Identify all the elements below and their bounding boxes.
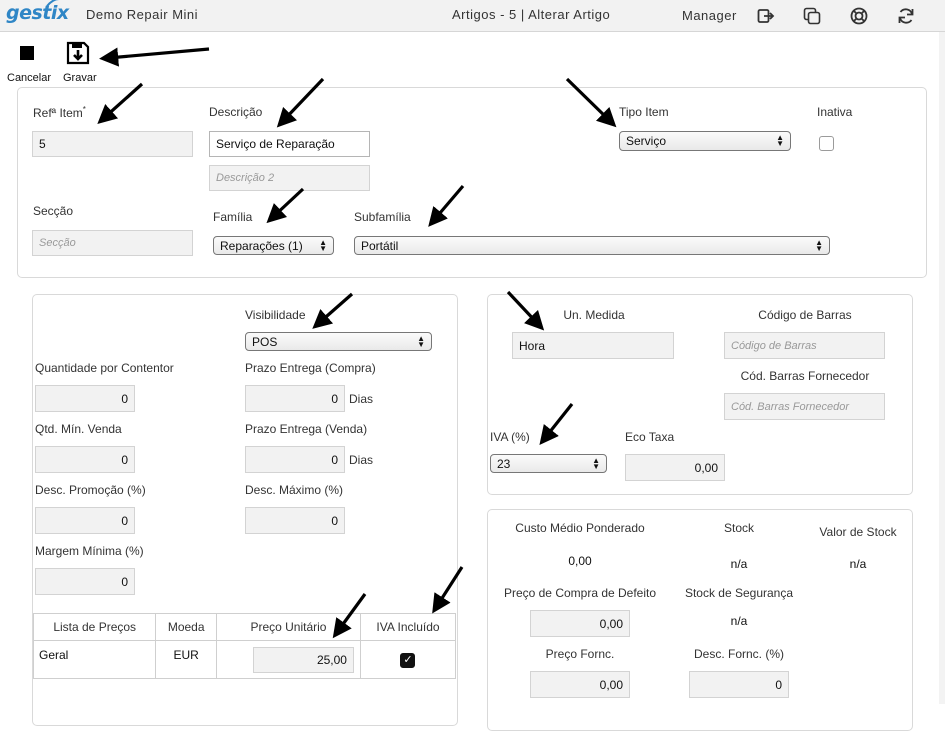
un-medida-input[interactable]: Hora <box>512 332 674 359</box>
qtd-min-venda-input[interactable]: 0 <box>35 446 135 473</box>
select-arrows-icon: ▲ ▼ <box>417 333 425 349</box>
prazo-compra-input[interactable]: 0 <box>245 385 345 412</box>
select-arrows-icon: ▲ ▼ <box>592 455 600 471</box>
table-row: Geral EUR 25,00 ✓ <box>32 640 457 679</box>
iva-label: IVA (%) <box>490 430 530 444</box>
descricao-label: Descrição <box>209 105 263 119</box>
tipo-item-label: Tipo Item <box>619 105 669 119</box>
price-list-table: Lista de Preços Moeda Preço Unitário IVA… <box>32 613 457 679</box>
help-lifebuoy-icon[interactable] <box>849 6 869 26</box>
custo-medio-label: Custo Médio Ponderado <box>515 521 645 535</box>
desc-fornc-label: Desc. Fornc. (%) <box>693 647 784 661</box>
cell-moeda: EUR <box>155 640 217 679</box>
subfamilia-label: Subfamília <box>354 210 411 224</box>
un-medida-label: Un. Medida <box>563 308 625 322</box>
visibilidade-select[interactable]: POS ▲ ▼ <box>245 332 432 351</box>
seccao-input[interactable]: Secção <box>32 230 193 256</box>
select-arrows-icon: ▲ ▼ <box>815 237 823 253</box>
qtd-contentor-label: Quantidade por Contentor <box>35 361 174 375</box>
stock-value: n/a <box>730 557 748 571</box>
app-name: Demo Repair Mini <box>86 7 199 22</box>
cancel-icon[interactable] <box>20 46 34 60</box>
custo-medio-value: 0,00 <box>568 554 592 568</box>
codigo-barras-input[interactable]: Código de Barras <box>724 332 885 359</box>
cell-iva: ✓ <box>359 640 457 679</box>
preco-fornc-label: Preço Fornc. <box>545 647 615 661</box>
stock-label: Stock <box>723 521 754 535</box>
iva-incluido-checkbox[interactable]: ✓ <box>400 652 416 668</box>
cod-barras-forn-label: Cód. Barras Fornecedor <box>740 369 870 383</box>
codigo-barras-label: Código de Barras <box>758 308 852 322</box>
arrow-to-gravar <box>99 47 210 67</box>
descricao2-input[interactable]: Descrição 2 <box>209 165 370 191</box>
valor-stock-value: n/a <box>849 557 867 571</box>
top-bar: gestix Demo Repair Mini Artigos - 5 | Al… <box>0 0 945 32</box>
margem-minima-input[interactable]: 0 <box>35 568 135 595</box>
desc-promocao-input[interactable]: 0 <box>35 507 135 534</box>
inativa-checkbox[interactable] <box>819 136 834 151</box>
desc-maximo-label: Desc. Máximo (%) <box>245 483 344 497</box>
prazo-compra-label: Prazo Entrega (Compra) <box>245 361 376 375</box>
refresh-icon[interactable] <box>896 6 916 26</box>
seccao-label: Secção <box>33 204 74 218</box>
user-name[interactable]: Manager <box>682 8 737 23</box>
tipo-item-value: Serviço <box>626 134 667 148</box>
page-title: Artigos - 5 | Alterar Artigo <box>452 7 611 22</box>
familia-select[interactable]: Reparações (1) ▲ ▼ <box>213 236 334 255</box>
qtd-contentor-input[interactable]: 0 <box>35 385 135 412</box>
preco-fornc-input[interactable]: 0,00 <box>530 671 630 698</box>
select-arrows-icon: ▲ ▼ <box>319 237 327 253</box>
save-button[interactable]: Gravar <box>63 72 97 84</box>
select-arrows-icon: ▲ ▼ <box>776 133 784 148</box>
stock-seguranca-value: n/a <box>730 614 748 628</box>
iva-value: 23 <box>497 456 511 471</box>
desc-promocao-label: Desc. Promoção (%) <box>35 483 146 497</box>
valor-stock-label: Valor de Stock <box>819 525 897 539</box>
page-scrollbar[interactable] <box>939 32 945 704</box>
preco-compra-input[interactable]: 0,00 <box>530 610 630 637</box>
inativa-label: Inativa <box>817 105 853 119</box>
ref-item-label: Refª Item* <box>33 105 86 120</box>
save-icon[interactable] <box>66 41 90 65</box>
margem-minima-label: Margem Mínima (%) <box>35 544 144 558</box>
logo-swoosh-icon <box>46 0 60 7</box>
eco-taxa-input[interactable]: 0,00 <box>625 454 725 481</box>
ref-item-input[interactable]: 5 <box>32 131 193 157</box>
familia-label: Família <box>213 210 253 224</box>
dias-unit: Dias <box>349 392 374 406</box>
tipo-item-select[interactable]: Serviço ▲ ▼ <box>619 131 791 151</box>
col-header-lista: Lista de Preços <box>32 613 157 641</box>
prazo-venda-label: Prazo Entrega (Venda) <box>245 422 368 436</box>
familia-value: Reparações (1) <box>220 238 303 253</box>
descricao-input[interactable]: Serviço de Reparação <box>209 131 370 157</box>
logout-icon[interactable] <box>756 6 776 26</box>
subfamilia-select[interactable]: Portátil ▲ ▼ <box>354 236 830 255</box>
desc-fornc-input[interactable]: 0 <box>689 671 789 698</box>
preco-compra-label: Preço de Compra de Defeito <box>503 586 657 600</box>
visibilidade-label: Visibilidade <box>245 308 306 322</box>
cell-preco: 25,00 <box>215 640 361 679</box>
col-header-moeda: Moeda <box>155 613 217 641</box>
stock-seguranca-label: Stock de Segurança <box>684 586 794 600</box>
cod-barras-forn-input[interactable]: Cód. Barras Fornecedor <box>724 393 885 420</box>
desc-maximo-input[interactable]: 0 <box>245 507 345 534</box>
subfamilia-value: Portátil <box>361 238 399 253</box>
visibilidade-value: POS <box>252 334 278 349</box>
eco-taxa-label: Eco Taxa <box>625 430 675 444</box>
qtd-min-venda-label: Qtd. Mín. Venda <box>35 422 122 436</box>
windows-icon[interactable] <box>802 6 822 26</box>
preco-unitario-input[interactable]: 25,00 <box>252 646 354 673</box>
col-header-preco: Preço Unitário <box>215 613 361 641</box>
iva-select[interactable]: 23 ▲ ▼ <box>490 454 607 473</box>
dias-unit: Dias <box>349 453 374 467</box>
col-header-iva: IVA Incluído <box>359 613 457 641</box>
cancel-button[interactable]: Cancelar <box>7 72 51 84</box>
cell-lista: Geral <box>32 640 157 679</box>
prazo-venda-input[interactable]: 0 <box>245 446 345 473</box>
